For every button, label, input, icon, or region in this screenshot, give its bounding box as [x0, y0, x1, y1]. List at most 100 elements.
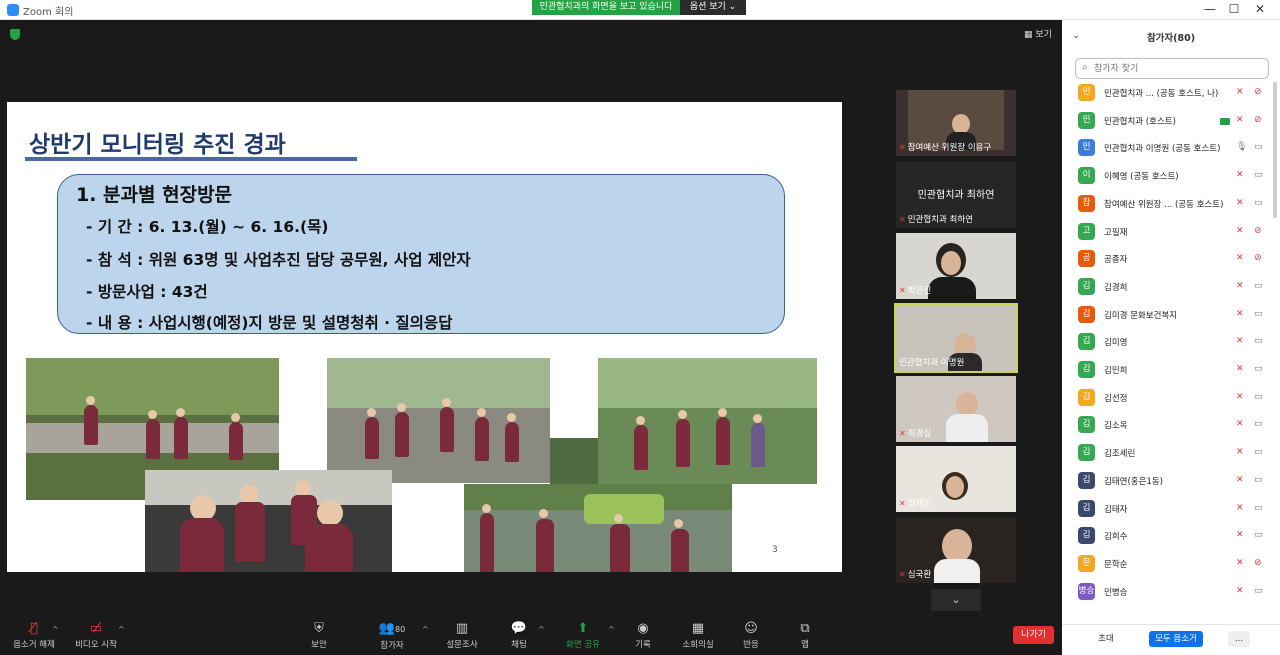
camera-icon[interactable]: ▭ [1254, 419, 1263, 429]
camera-icon[interactable]: ▭ [1254, 142, 1263, 152]
video-options-caret[interactable]: ^ [118, 625, 125, 634]
mute-all-button[interactable]: 모두 음소거 [1149, 631, 1203, 647]
camera-icon[interactable]: ▭ [1254, 170, 1263, 180]
mic-muted-icon[interactable]: ✕ [1236, 309, 1244, 319]
participant-row[interactable]: 참 참여예산 위원장 ... (공동 호스트) ✕ ▭ [1062, 192, 1272, 219]
camera-icon[interactable]: ▭ [1254, 364, 1263, 374]
camera-icon[interactable]: ▭ [1254, 336, 1263, 346]
breakout-rooms-button[interactable]: ▦ 소회의실 [678, 621, 718, 650]
window-titlebar: Zoom 회의 민관협치과의 화면을 보고 있습니다 옵션 보기 ⌄ — ☐ ✕ [0, 0, 1280, 20]
participant-row[interactable]: 문 문학순 ✕ ⊘ [1062, 552, 1272, 579]
participant-row[interactable]: 김 김조세린 ✕ ▭ [1062, 441, 1272, 468]
mic-muted-icon[interactable]: ✕ [1236, 198, 1244, 208]
camera-off-icon[interactable]: ⊘ [1254, 253, 1262, 263]
participant-row[interactable]: 민 민관협치과 이명원 (공동 호스트) 🎙 ▭ [1062, 136, 1272, 163]
participants-options-caret[interactable]: ^ [422, 625, 429, 634]
active-speaker-tile[interactable]: 민관협치과 이명원 [894, 303, 1018, 373]
panel-scrollbar[interactable] [1273, 82, 1277, 218]
camera-off-icon[interactable]: ⊘ [1254, 115, 1262, 125]
participant-row[interactable]: 김 김미경 문화보건복지 ✕ ▭ [1062, 303, 1272, 330]
video-tile[interactable]: ✕ 최경심 [896, 376, 1016, 442]
apps-button[interactable]: ⧉ 앱 [792, 621, 818, 650]
participant-row[interactable]: 민 민관협치과 (호스트) ✕ ⊘ [1062, 109, 1272, 136]
camera-icon[interactable]: ▭ [1254, 475, 1263, 485]
camera-icon[interactable]: ▭ [1254, 503, 1263, 513]
audio-options-caret[interactable]: ^ [52, 625, 59, 634]
mic-muted-icon[interactable]: ✕ [1236, 87, 1244, 97]
participant-row[interactable]: 김 김희수 ✕ ▭ [1062, 524, 1272, 551]
encryption-shield-icon[interactable] [10, 29, 20, 40]
participant-row[interactable]: 김 김선정 ✕ ▭ [1062, 386, 1272, 413]
participant-search[interactable]: ⌕ [1075, 58, 1269, 79]
mic-muted-icon[interactable]: ✕ [1236, 336, 1244, 346]
invite-button[interactable]: 초대 [1092, 631, 1120, 647]
video-tile[interactable]: ✕ 박은진 [896, 233, 1016, 299]
mic-muted-icon[interactable]: ✕ [1236, 226, 1244, 236]
participant-row[interactable]: 김 김민희 ✕ ▭ [1062, 358, 1272, 385]
camera-icon[interactable]: ▭ [1254, 309, 1263, 319]
window-title: Zoom 회의 [23, 7, 74, 18]
camera-off-icon[interactable]: ⊘ [1254, 87, 1262, 97]
chat-bubble-icon: 💬 [510, 621, 528, 636]
mic-muted-icon[interactable]: ✕ [1236, 253, 1244, 263]
panel-footer: 초대 모두 음소거 ... [1062, 624, 1280, 655]
participant-row[interactable]: 김 김소옥 ✕ ▭ [1062, 413, 1272, 440]
share-options-caret[interactable]: ^ [608, 625, 615, 634]
camera-icon[interactable]: ▭ [1254, 447, 1263, 457]
mic-muted-icon[interactable]: ✕ [1236, 419, 1244, 429]
participant-row[interactable]: 민 민관협치과 ... (공동 호스트, 나) ✕ ⊘ [1062, 81, 1272, 108]
mic-muted-icon[interactable]: ✕ [1236, 115, 1244, 125]
leave-button[interactable]: 나가기 [1013, 626, 1054, 644]
video-tile[interactable]: ✕ 참여예산 위원장 이용구 [896, 90, 1016, 156]
participant-row[interactable]: 이 이혜영 (공동 호스트) ✕ ▭ [1062, 164, 1272, 191]
polls-button[interactable]: ▥ 설문조사 [442, 621, 482, 650]
participant-row[interactable]: 김 김태자 ✕ ▭ [1062, 497, 1272, 524]
more-button[interactable]: ... [1228, 631, 1250, 647]
video-tile[interactable]: ✕ 심국환 [896, 517, 1016, 583]
chat-button[interactable]: 💬 채팅 [504, 621, 534, 650]
mic-muted-icon[interactable]: ✕ [1236, 281, 1244, 291]
camera-icon[interactable]: ▭ [1254, 281, 1263, 291]
mic-muted-icon[interactable]: ✕ [1236, 447, 1244, 457]
participants-button[interactable]: 👥80 참가자 [372, 621, 412, 651]
video-tile[interactable]: 민관협치과 최하연 ✕ 민관협치과 최하연 [896, 162, 1016, 228]
mic-muted-icon[interactable]: ✕ [1236, 530, 1244, 540]
unmute-button[interactable]: 🎙̸ 음소거 해제 [10, 621, 58, 650]
minimize-icon[interactable]: — [1200, 2, 1220, 16]
mic-muted-icon[interactable]: ✕ [1236, 586, 1244, 596]
participant-row[interactable]: 김 김태연(홍은1동) ✕ ▭ [1062, 469, 1272, 496]
participant-search-input[interactable] [1094, 62, 1264, 76]
view-button[interactable]: ▦ 보기 [1024, 27, 1052, 40]
site-visit-photo [464, 484, 732, 572]
maximize-icon[interactable]: ☐ [1224, 2, 1244, 16]
participant-row[interactable]: 김 김미영 ✕ ▭ [1062, 330, 1272, 357]
mic-muted-icon[interactable]: ✕ [1236, 170, 1244, 180]
participant-row[interactable]: 김 김경희 ✕ ▭ [1062, 275, 1272, 302]
reactions-button[interactable]: ☺ 반응 [736, 621, 766, 650]
gallery-scroll-down-button[interactable]: ⌄ [931, 589, 981, 611]
start-video-button[interactable]: ▭̸ 비디오 시작 [72, 621, 120, 650]
chat-options-caret[interactable]: ^ [538, 625, 545, 634]
security-button[interactable]: ⛨ 보안 [302, 621, 336, 650]
record-button[interactable]: ◉ 기록 [628, 621, 658, 650]
participant-row[interactable]: 공 공종자 ✕ ⊘ [1062, 247, 1272, 274]
participant-row[interactable]: 병승 민병승 ✕ ▭ [1062, 580, 1272, 607]
participant-row[interactable]: 고 고필재 ✕ ⊘ [1062, 220, 1272, 247]
mic-muted-icon[interactable]: ✕ [1236, 364, 1244, 374]
mic-muted-icon[interactable]: ✕ [1236, 558, 1244, 568]
close-icon[interactable]: ✕ [1250, 2, 1270, 16]
mic-muted-icon[interactable]: ✕ [1236, 503, 1244, 513]
mic-muted-icon[interactable]: ✕ [1236, 475, 1244, 485]
camera-icon[interactable]: ▭ [1254, 530, 1263, 540]
mic-muted-icon[interactable]: ✕ [1236, 392, 1244, 402]
mic-icon[interactable]: 🎙 [1236, 142, 1247, 152]
share-screen-button[interactable]: ⬆ 화면 공유 [561, 621, 605, 650]
camera-off-icon[interactable]: ⊘ [1254, 226, 1262, 236]
camera-icon[interactable]: ▭ [1254, 198, 1263, 208]
camera-icon[interactable]: ▭ [1254, 392, 1263, 402]
video-tile[interactable]: ✕ 양재민 [896, 446, 1016, 512]
participant-name: 민관협치과 ... (공동 호스트, 나) [1104, 89, 1219, 99]
camera-icon[interactable]: ▭ [1254, 586, 1263, 596]
view-options-button[interactable]: 옵션 보기 ⌄ [680, 0, 746, 15]
camera-off-icon[interactable]: ⊘ [1254, 558, 1262, 568]
